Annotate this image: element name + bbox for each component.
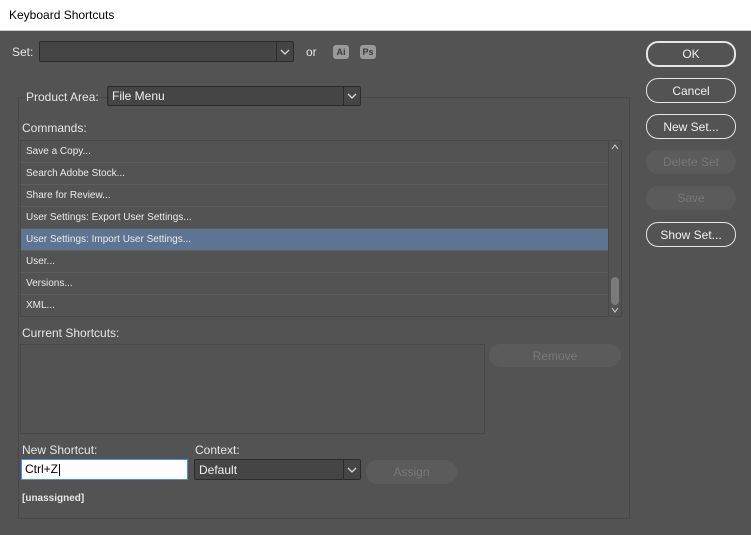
- list-item[interactable]: User...: [21, 251, 610, 273]
- new-shortcut-value: Ctrl+Z: [25, 462, 58, 476]
- scrollbar-thumb[interactable]: [611, 277, 619, 305]
- list-item-selected[interactable]: User Settings: Import User Settings...: [21, 229, 610, 251]
- list-item[interactable]: Share for Review...: [21, 185, 610, 207]
- commands-label: Commands:: [22, 121, 87, 135]
- save-button[interactable]: Save: [646, 186, 736, 210]
- context-value: Default: [199, 462, 238, 477]
- chevron-down-icon: [343, 460, 360, 479]
- set-dropdown[interactable]: [39, 41, 294, 62]
- product-area-value: File Menu: [112, 89, 165, 103]
- illustrator-icon[interactable]: Ai: [333, 45, 349, 59]
- list-item[interactable]: Search Adobe Stock...: [21, 163, 610, 185]
- chevron-down-icon: [276, 42, 293, 61]
- or-label: or: [306, 45, 317, 59]
- photoshop-icon[interactable]: Ps: [360, 45, 376, 59]
- list-item[interactable]: User Settings: Export User Settings...: [21, 207, 610, 229]
- list-item[interactable]: Save a Copy...: [21, 141, 610, 163]
- new-set-button[interactable]: New Set...: [646, 114, 736, 139]
- current-shortcuts-list[interactable]: [20, 344, 485, 434]
- assign-button[interactable]: Assign: [366, 460, 457, 484]
- commands-scrollbar[interactable]: [608, 141, 621, 316]
- cancel-button[interactable]: Cancel: [646, 78, 736, 103]
- commands-list[interactable]: Save a Copy... Search Adobe Stock... Sha…: [20, 140, 622, 317]
- list-item[interactable]: XML...: [21, 295, 610, 316]
- shortcut-status: [unassigned]: [22, 493, 85, 504]
- list-item[interactable]: Versions...: [21, 273, 610, 295]
- set-label: Set:: [12, 45, 34, 59]
- ok-button[interactable]: OK: [646, 41, 736, 67]
- text-caret: [59, 463, 60, 476]
- show-set-button[interactable]: Show Set...: [646, 222, 736, 247]
- new-shortcut-label: New Shortcut:: [22, 443, 98, 457]
- scroll-up-icon[interactable]: [611, 144, 619, 150]
- remove-button[interactable]: Remove: [489, 344, 621, 367]
- context-label: Context:: [195, 443, 240, 457]
- context-dropdown[interactable]: Default: [194, 459, 361, 480]
- chevron-down-icon: [343, 87, 360, 105]
- new-shortcut-input[interactable]: Ctrl+Z: [21, 459, 188, 480]
- window-title: Keyboard Shortcuts: [0, 0, 751, 31]
- delete-set-button[interactable]: Delete Set: [646, 150, 736, 174]
- product-area-dropdown[interactable]: File Menu: [107, 86, 361, 106]
- current-shortcuts-label: Current Shortcuts:: [22, 326, 120, 340]
- product-area-label: Product Area:: [26, 90, 99, 104]
- scroll-down-icon[interactable]: [611, 307, 619, 313]
